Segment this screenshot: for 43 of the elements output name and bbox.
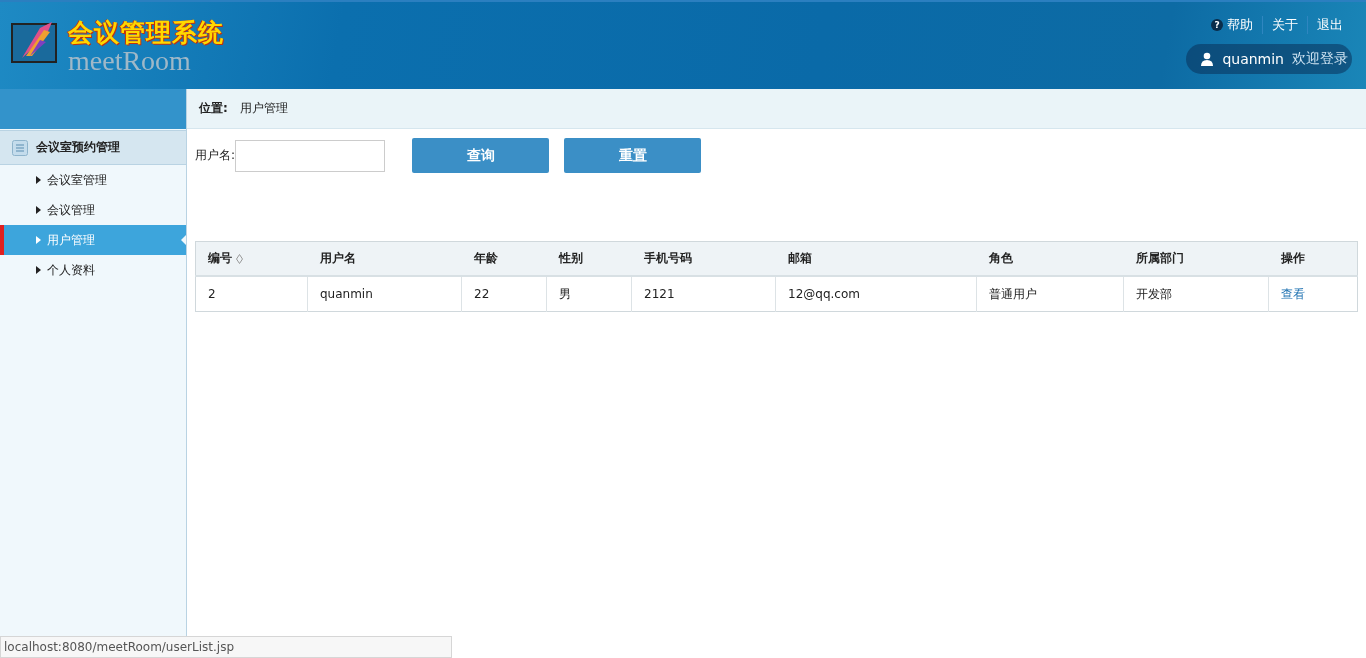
- table-cell: 普通用户: [976, 276, 1124, 312]
- column-header: 用户名: [307, 241, 462, 276]
- table-cell: 22: [461, 276, 547, 312]
- caret-icon: [36, 266, 41, 274]
- menu-group-header[interactable]: 会议室预约管理: [0, 130, 186, 165]
- column-header: 所属部门: [1123, 241, 1269, 276]
- table-cell: 男: [546, 276, 632, 312]
- column-header: 性别: [546, 241, 632, 276]
- action-button[interactable]: 重置: [564, 138, 702, 173]
- action-button[interactable]: 查询: [412, 138, 550, 173]
- column-header: 手机号码: [631, 241, 776, 276]
- caret-icon: [36, 176, 41, 184]
- help-icon: ?: [1211, 19, 1223, 31]
- list-icon: [12, 139, 28, 156]
- table-cell: quanmin: [307, 276, 462, 312]
- system-title: 会议管理系统: [68, 17, 224, 49]
- table-cell: 2121: [631, 276, 776, 312]
- breadcrumb-value: 用户管理: [239, 100, 288, 117]
- table-cell: 开发部: [1123, 276, 1269, 312]
- column-header: 角色: [976, 241, 1124, 276]
- user-icon: [1200, 52, 1215, 66]
- welcome-text: 欢迎登录: [1292, 50, 1348, 68]
- caret-icon: [36, 236, 41, 244]
- username-input[interactable]: [235, 139, 386, 172]
- system-subtitle: meetRoom: [68, 47, 192, 75]
- view-link[interactable]: 查看: [1281, 286, 1305, 301]
- table-cell: 12@qq.com: [775, 276, 977, 312]
- breadcrumb-label: 位置:: [199, 100, 228, 117]
- header-link[interactable]: ? 帮助: [1202, 16, 1262, 34]
- field-label: 用户名:: [195, 147, 236, 164]
- sidebar-item[interactable]: 会议室管理: [0, 165, 186, 195]
- column-header: 邮箱: [775, 241, 977, 276]
- caret-icon: [36, 206, 41, 214]
- table-cell: 2: [195, 276, 308, 312]
- column-header: 操作: [1268, 241, 1358, 276]
- status-url: localhost:8080/meetRoom/userList.jsp: [0, 636, 452, 658]
- sidebar-item[interactable]: 个人资料: [0, 255, 186, 285]
- column-header[interactable]: 编号: [195, 241, 308, 276]
- username: quanmin: [1222, 51, 1284, 67]
- header-link[interactable]: 退出: [1307, 16, 1352, 34]
- sidebar-item[interactable]: 会议管理: [0, 195, 186, 225]
- column-header: 年龄: [461, 241, 547, 276]
- header-link[interactable]: 关于: [1262, 16, 1307, 34]
